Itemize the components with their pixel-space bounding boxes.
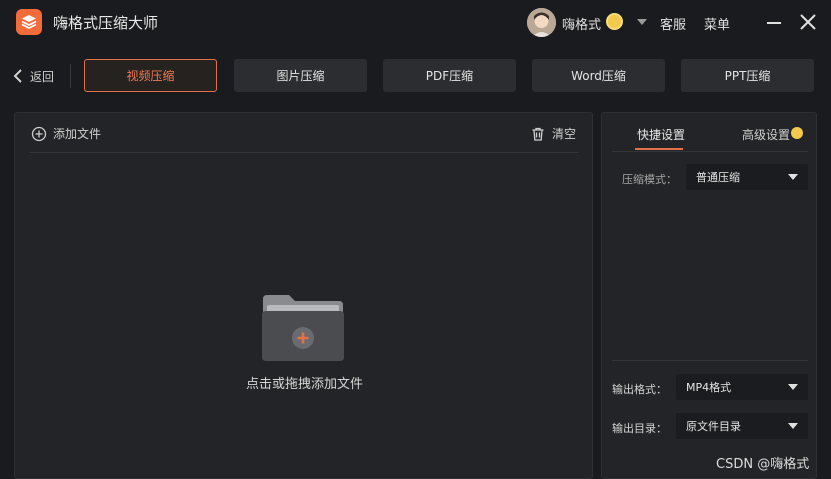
divider	[612, 151, 808, 152]
app-logo-icon	[16, 9, 42, 35]
trash-icon	[532, 127, 544, 141]
compress-mode-label: 压缩模式：	[622, 173, 677, 186]
drop-hint: 点击或拖拽添加文件	[245, 377, 363, 392]
compress-mode-select[interactable]: 普通压缩	[686, 164, 808, 190]
add-file-button[interactable]: 添加文件	[31, 125, 101, 142]
clear-button[interactable]: 清空	[530, 125, 576, 142]
tab-video-compress[interactable]: 视频压缩	[84, 59, 217, 92]
user-dropdown-icon[interactable]	[637, 19, 647, 25]
clear-label: 清空	[551, 127, 576, 141]
settings-panel: 快捷设置 高级设置 压缩模式： 普通压缩 输出格式： MP4格式 输出目录： 原…	[601, 112, 817, 479]
active-tab-indicator	[635, 148, 683, 150]
output-format-select[interactable]: MP4格式	[676, 374, 808, 400]
tab-advanced-settings[interactable]: 高级设置	[742, 126, 790, 143]
tab-ppt-compress[interactable]: PPT压缩	[681, 59, 814, 92]
chevron-left-icon	[13, 69, 22, 83]
title-bar: 嗨格式压缩大师 嗨格式 客服 菜单	[0, 0, 831, 46]
menu-link[interactable]: 菜单	[704, 14, 730, 33]
back-button[interactable]: 返回	[12, 66, 62, 86]
username[interactable]: 嗨格式	[562, 14, 601, 33]
folder-add-icon[interactable]	[261, 293, 345, 363]
vip-badge-icon	[791, 127, 803, 139]
output-dir-select[interactable]: 原文件目录	[676, 413, 808, 439]
caret-down-icon	[788, 174, 798, 180]
tab-image-compress[interactable]: 图片压缩	[234, 59, 367, 92]
close-icon[interactable]	[798, 12, 818, 32]
vip-badge-icon	[606, 13, 623, 30]
customer-service-link[interactable]: 客服	[660, 14, 686, 33]
divider	[70, 64, 71, 88]
file-drop-panel[interactable]: 添加文件 清空 点击或拖拽添加文件	[14, 112, 593, 479]
caret-down-icon	[788, 423, 798, 429]
divider	[612, 360, 808, 361]
back-label: 返回	[30, 69, 55, 84]
output-format-label: 输出格式：	[612, 383, 667, 396]
tab-pdf-compress[interactable]: PDF压缩	[383, 59, 516, 92]
tab-quick-settings[interactable]: 快捷设置	[637, 126, 685, 143]
minimize-icon[interactable]	[767, 22, 781, 24]
output-dir-label: 输出目录：	[612, 422, 667, 435]
app-title: 嗨格式压缩大师	[53, 14, 159, 32]
avatar[interactable]	[527, 8, 556, 37]
tab-word-compress[interactable]: Word压缩	[532, 59, 665, 92]
output-dir-value: 原文件目录	[686, 420, 741, 433]
divider	[29, 152, 579, 153]
compress-mode-value: 普通压缩	[696, 171, 740, 184]
caret-down-icon	[788, 384, 798, 390]
add-file-label: 添加文件	[53, 127, 102, 141]
add-circle-icon	[31, 126, 47, 141]
watermark: CSDN @嗨格式	[716, 457, 810, 472]
output-format-value: MP4格式	[686, 381, 732, 394]
